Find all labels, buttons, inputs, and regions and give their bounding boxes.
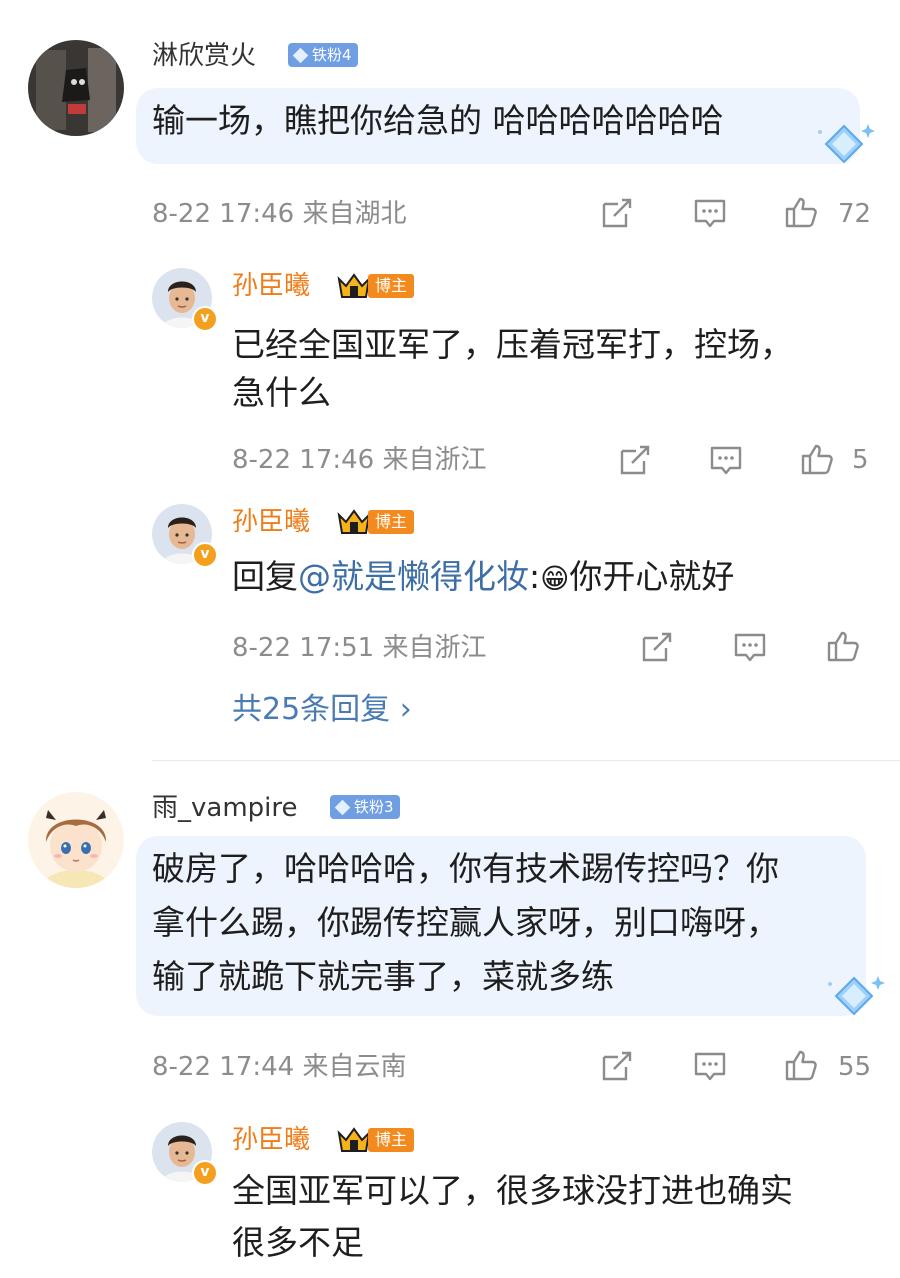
timestamp: 8-22 17:46 [152, 199, 295, 229]
reply-text-line: 很多不足 [232, 1223, 364, 1262]
blogger-badge-label: 博主 [368, 274, 415, 298]
reply-text-line: 急什么 [232, 373, 331, 412]
location: 来自浙江 [382, 633, 487, 663]
reply-body: 你开心就好 [569, 557, 735, 596]
crown-icon [337, 509, 371, 534]
diamond-sparkle-icon [818, 124, 875, 164]
location: 来自云南 [302, 1052, 407, 1082]
crown-icon [337, 273, 371, 298]
like-icon[interactable] [784, 195, 818, 229]
repost-icon[interactable] [618, 443, 652, 477]
like-count: 55 [838, 1052, 872, 1082]
reply-time: 8-22 17:51 来自浙江 [232, 632, 486, 664]
avatar[interactable] [28, 40, 124, 136]
comment-text-line: 破房了，哈哈哈哈，你有技术踢传控吗？你 [152, 849, 779, 888]
blogger-badge-label: 博主 [368, 510, 415, 534]
timestamp: 8-22 17:46 [232, 445, 375, 475]
like-count: 72 [838, 199, 872, 229]
comment-icon[interactable] [693, 1049, 727, 1083]
like-icon[interactable] [800, 442, 834, 476]
comment-time: 8-22 17:44 来自云南 [152, 1051, 406, 1083]
repost-icon[interactable] [600, 1049, 634, 1083]
timestamp: 8-22 17:51 [232, 633, 375, 663]
comment-text: 输一场，瞧把你给急的 哈哈哈哈哈哈哈 [152, 101, 724, 140]
reply-text-line: 已经全国亚军了，压着冠军打，控场， [232, 325, 793, 364]
reply-prefix: 回复 [232, 557, 298, 596]
username[interactable]: 淋欣赏火 [152, 40, 256, 72]
verified-v-icon [192, 1160, 218, 1186]
crown-icon [337, 1127, 371, 1152]
diamond-sparkle-icon [828, 976, 885, 1016]
fan-badge-label: 铁粉4 [312, 46, 352, 64]
avatar[interactable] [28, 792, 124, 888]
comment-text-line: 拿什么踢，你踢传控赢人家呀，别口嗨呀， [152, 903, 779, 942]
comment-icon[interactable] [693, 196, 727, 230]
comment-text-line: 输了就跪下就完事了，菜就多练 [152, 957, 614, 996]
more-replies-link[interactable]: 共25条回复 › [232, 690, 412, 730]
like-count: 5 [852, 445, 869, 475]
location: 来自湖北 [302, 199, 407, 229]
blogger-badge-label: 博主 [368, 1128, 415, 1152]
username[interactable]: 孙臣曦 [232, 1124, 310, 1156]
username[interactable]: 孙臣曦 [232, 270, 310, 302]
timestamp: 8-22 17:44 [152, 1052, 295, 1082]
repost-icon[interactable] [640, 630, 674, 664]
grin-emoji-icon: 😁 [540, 562, 570, 595]
reply-time: 8-22 17:46 来自浙江 [232, 444, 486, 476]
comment-icon[interactable] [733, 630, 767, 664]
comment-time: 8-22 17:46 来自湖北 [152, 198, 406, 230]
reply-text-line: 全国亚军可以了，很多球没打进也确实 [232, 1171, 793, 1210]
divider [152, 760, 900, 761]
fan-badge[interactable]: 铁粉4 [288, 43, 358, 67]
location: 来自浙江 [382, 445, 487, 475]
username[interactable]: 孙臣曦 [232, 506, 310, 538]
mention-link[interactable]: @就是懒得化妆 [298, 557, 529, 596]
comment-icon[interactable] [709, 443, 743, 477]
verified-v-icon [192, 306, 218, 332]
like-icon[interactable] [826, 629, 860, 663]
diamond-icon [292, 47, 309, 64]
colon: : [529, 557, 541, 596]
fan-badge[interactable]: 铁粉3 [330, 795, 400, 819]
verified-v-icon [192, 542, 218, 568]
repost-icon[interactable] [600, 196, 634, 230]
diamond-icon [334, 799, 351, 816]
like-icon[interactable] [784, 1048, 818, 1082]
fan-badge-label: 铁粉3 [354, 798, 394, 816]
reply-text: 回复@就是懒得化妆:😁你开心就好 [232, 550, 734, 606]
username[interactable]: 雨_vampire [152, 792, 298, 824]
